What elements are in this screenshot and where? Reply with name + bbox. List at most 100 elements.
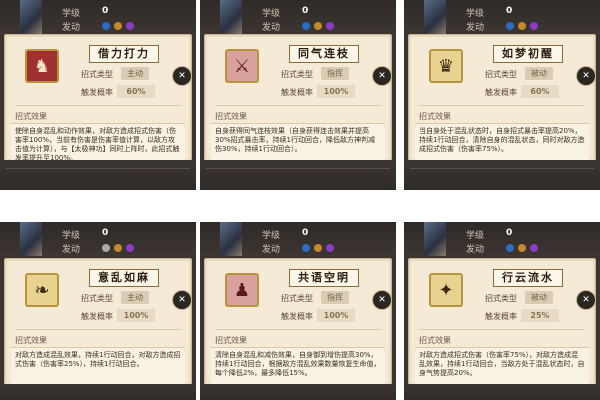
type-value: 被动: [525, 67, 553, 80]
stat-row: 学级 0: [262, 6, 382, 20]
section-title: 招式效果: [419, 112, 451, 121]
skill-icon: ⚔: [217, 41, 269, 93]
stat-row: 发动: [262, 20, 382, 34]
stat-row: 发动: [62, 242, 182, 256]
skill-description: 使除自身混乱和动作效果，对敌方造成招式伤害（伤害率100%，当前有伤害是伤害率值…: [11, 123, 185, 160]
divider: [15, 329, 181, 330]
skill-description: 清除自身混乱和减伤效果，自身御到增伤提高30%，持续1行动回合，根据敌方混乱效果…: [211, 347, 385, 384]
skill-icon: ♞: [17, 41, 69, 93]
divider: [215, 329, 381, 330]
skill-icon: ♟: [217, 265, 269, 317]
close-button[interactable]: ✕: [372, 66, 392, 86]
element-dots: [302, 22, 338, 33]
skill-panel-2: 学级 0 发动 ⚔ 同气连枝 招式类型 指挥 触发概率 100% 招式效果 自身…: [200, 0, 396, 190]
skill-type-row: 招式类型 指挥: [281, 67, 375, 81]
skill-name: 共语空明: [289, 269, 359, 287]
element-dots: [102, 244, 138, 255]
close-button[interactable]: ✕: [372, 290, 392, 310]
bottom-area: [404, 384, 600, 400]
stat-label: 发动: [262, 245, 281, 255]
stat-value: 0: [506, 6, 513, 16]
prob-label: 触发概率: [485, 88, 517, 97]
section-title: 招式效果: [419, 336, 451, 345]
skill-panel-5: 学级 0 发动 ♟ 共语空明 招式类型 指挥 触发概率 100% 招式效果 清除…: [200, 222, 396, 400]
prob-value: 60%: [117, 85, 155, 98]
skill-name: 如梦初醒: [493, 45, 563, 63]
hero-portrait: [424, 222, 446, 256]
stat-label: 学级: [262, 231, 281, 241]
hero-portrait: [220, 222, 242, 256]
skill-card: ❧ 意乱如麻 招式类型 主动 触发概率 100% 招式效果 对敌方造成混乱效果，…: [4, 258, 192, 386]
stat-label: 发动: [62, 23, 81, 33]
stat-label: 学级: [62, 9, 81, 19]
skill-type-row: 招式类型 主动: [81, 67, 175, 81]
type-label: 招式类型: [81, 70, 113, 79]
bottom-area: [404, 160, 600, 190]
skill-prob-row: 触发概率 60%: [485, 85, 579, 99]
skill-prob-row: 触发概率 100%: [81, 309, 175, 323]
stat-label: 学级: [62, 231, 81, 241]
hero-portrait: [424, 0, 446, 34]
section-title: 招式效果: [15, 336, 47, 345]
section-title: 招式效果: [215, 336, 247, 345]
skill-prob-row: 触发概率 60%: [81, 85, 175, 99]
prob-label: 触发概率: [281, 88, 313, 97]
skill-description: 对敌方造成招式伤害（伤害率75%），对敌方造成混乱效果，持续1行动回合，当敌方处…: [415, 347, 589, 384]
stat-value: 0: [302, 6, 309, 16]
close-button[interactable]: ✕: [576, 66, 596, 86]
stat-label: 学级: [262, 9, 281, 19]
prob-value: 100%: [317, 85, 355, 98]
type-value: 指挥: [321, 291, 349, 304]
hero-strip: 学级 0 发动: [200, 0, 396, 34]
stat-row: 发动: [262, 242, 382, 256]
stat-label: 发动: [466, 245, 485, 255]
section-title: 招式效果: [215, 112, 247, 121]
hero-portrait: [20, 222, 42, 256]
hero-portrait: [20, 0, 42, 34]
skill-type-row: 招式类型 主动: [81, 291, 175, 305]
divider: [15, 105, 181, 106]
hero-strip: 学级 0 发动: [404, 222, 600, 256]
close-button[interactable]: ✕: [172, 290, 192, 310]
type-label: 招式类型: [485, 70, 517, 79]
divider: [419, 105, 585, 106]
stat-label: 学级: [466, 231, 485, 241]
stat-value: 0: [102, 228, 109, 238]
type-label: 招式类型: [485, 294, 517, 303]
prob-value: 60%: [521, 85, 559, 98]
stat-row: 学级 0: [262, 228, 382, 242]
skill-prob-row: 触发概率 25%: [485, 309, 579, 323]
stat-label: 发动: [466, 23, 485, 33]
prob-value: 100%: [117, 309, 155, 322]
type-value: 主动: [121, 291, 149, 304]
prob-label: 触发概率: [485, 312, 517, 321]
skill-prob-row: 触发概率 100%: [281, 309, 375, 323]
stat-label: 学级: [466, 9, 485, 19]
stat-value: 0: [302, 228, 309, 238]
prob-label: 触发概率: [81, 312, 113, 321]
divider: [419, 329, 585, 330]
type-label: 招式类型: [281, 70, 313, 79]
skill-panel-3: 学级 0 发动 ♛ 如梦初醒 招式类型 被动 触发概率 60% 招式效果 当自身…: [404, 0, 600, 190]
stat-value: 0: [102, 6, 109, 16]
prob-label: 触发概率: [81, 88, 113, 97]
stat-row: 发动: [62, 20, 182, 34]
stat-label: 发动: [62, 245, 81, 255]
skill-card: ♛ 如梦初醒 招式类型 被动 触发概率 60% 招式效果 当自身处于混乱状态时，…: [408, 34, 596, 162]
type-value: 主动: [121, 67, 149, 80]
skill-panel-4: 学级 0 发动 ❧ 意乱如麻 招式类型 主动 触发概率 100% 招式效果 对敌…: [0, 222, 196, 400]
skill-panel-6: 学级 0 发动 ✦ 行云流水 招式类型 被动 触发概率 25% 招式效果 对敌方…: [404, 222, 600, 400]
skill-icon: ❧: [17, 265, 69, 317]
type-value: 被动: [525, 291, 553, 304]
skill-type-row: 招式类型 被动: [485, 291, 579, 305]
type-label: 招式类型: [281, 294, 313, 303]
type-value: 指挥: [321, 67, 349, 80]
skill-card: ♞ 借力打力 招式类型 主动 触发概率 60% 招式效果 使除自身混乱和动作效果…: [4, 34, 192, 162]
skill-type-row: 招式类型 被动: [485, 67, 579, 81]
skill-icon: ♛: [421, 41, 473, 93]
close-button[interactable]: ✕: [576, 290, 596, 310]
close-button[interactable]: ✕: [172, 66, 192, 86]
element-dots: [102, 22, 138, 33]
element-dots: [506, 22, 542, 33]
hero-portrait: [220, 0, 242, 34]
